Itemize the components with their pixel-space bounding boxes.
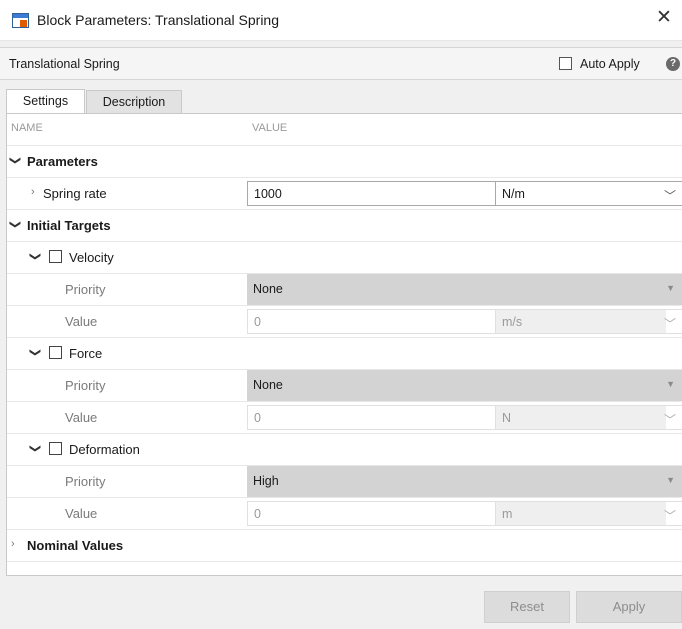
unit-value: m (502, 507, 513, 521)
unit-value: N (502, 411, 512, 425)
priority-label: Priority (65, 282, 106, 297)
force-unit-dropdown[interactable]: N ﹀ (495, 405, 682, 430)
param-label: Spring rate (43, 186, 107, 201)
velocity-priority-row: Priority None ▼ (7, 274, 682, 306)
property-grid: NAME VALUE ❯ Parameters › Spring rate 10… (6, 113, 682, 575)
tab-settings[interactable]: Settings (6, 89, 85, 113)
param-row-spring-rate: › Spring rate 1000 N/m ﹀ (7, 178, 682, 210)
unit-value: N/m (502, 187, 525, 201)
value-label: Value (65, 506, 98, 521)
deformation-priority-row: Priority High ▼ (7, 466, 682, 498)
velocity-value-input[interactable]: 0 (247, 309, 496, 334)
velocity-checkbox[interactable] (49, 250, 62, 263)
target-deformation: ❯ Deformation (7, 434, 682, 466)
chevron-down-icon: ﹀ (663, 413, 676, 427)
column-header-name: NAME (11, 122, 43, 134)
unit-value: m/s (502, 315, 523, 329)
divider (6, 575, 682, 576)
block-name: Translational Spring (9, 57, 120, 71)
auto-apply-label[interactable]: Auto Apply (580, 57, 640, 71)
column-header-value: VALUE (252, 122, 288, 134)
spring-rate-input[interactable]: 1000 (247, 181, 496, 206)
window-title: Block Parameters: Translational Spring (37, 12, 279, 28)
apply-button[interactable]: Apply (576, 591, 682, 623)
deformation-priority-dropdown[interactable]: High ▼ (247, 466, 682, 497)
chevron-down-icon[interactable]: ❯ (9, 220, 22, 229)
priority-label: Priority (65, 378, 106, 393)
force-value-input[interactable]: 0 (247, 405, 496, 430)
chevron-down-icon[interactable]: ❯ (29, 252, 42, 261)
deformation-checkbox[interactable] (49, 442, 62, 455)
group-label: Parameters (27, 154, 98, 169)
target-force: ❯ Force (7, 338, 682, 370)
target-label: Force (69, 346, 103, 361)
auto-apply-checkbox[interactable] (559, 57, 572, 70)
deformation-value-row: Value 0 m ﹀ (7, 498, 682, 530)
chevron-down-icon[interactable]: ❯ (29, 348, 42, 357)
group-label: Initial Targets (27, 218, 111, 233)
help-icon[interactable]: ? (666, 57, 680, 71)
dropdown-arrow-icon: ▼ (666, 283, 675, 293)
block-header: Translational Spring Auto Apply ? (0, 47, 682, 80)
tab-description[interactable]: Description (86, 90, 182, 113)
close-icon[interactable]: ✕ (652, 6, 676, 30)
chevron-right-icon[interactable]: › (31, 186, 35, 198)
force-value-row: Value 0 N ﹀ (7, 402, 682, 434)
value-label: Value (65, 410, 98, 425)
target-label: Deformation (69, 442, 140, 457)
priority-label: Priority (65, 474, 106, 489)
chevron-down-icon: ﹀ (663, 317, 676, 331)
dropdown-arrow-icon: ▼ (666, 379, 675, 389)
velocity-value-row: Value 0 m/s ﹀ (7, 306, 682, 338)
velocity-unit-dropdown[interactable]: m/s ﹀ (495, 309, 682, 334)
force-checkbox[interactable] (49, 346, 62, 359)
chevron-down-icon[interactable]: ❯ (9, 156, 22, 165)
simulink-block-icon (12, 13, 29, 28)
reset-button[interactable]: Reset (484, 591, 570, 623)
priority-value: None (253, 378, 283, 392)
deformation-value-input[interactable]: 0 (247, 501, 496, 526)
force-priority-row: Priority None ▼ (7, 370, 682, 402)
group-nominal-values[interactable]: › Nominal Values (7, 530, 682, 562)
dropdown-arrow-icon: ▼ (666, 475, 675, 485)
group-parameters[interactable]: ❯ Parameters (7, 146, 682, 178)
priority-value: None (253, 282, 283, 296)
spring-rate-unit-dropdown[interactable]: N/m ﹀ (495, 181, 682, 206)
chevron-down-icon: ﹀ (663, 189, 676, 203)
target-label: Velocity (69, 250, 114, 265)
column-header-row: NAME VALUE (7, 114, 682, 146)
group-initial-targets[interactable]: ❯ Initial Targets (7, 210, 682, 242)
group-label: Nominal Values (27, 538, 124, 553)
velocity-priority-dropdown[interactable]: None ▼ (247, 274, 682, 305)
deformation-unit-dropdown[interactable]: m ﹀ (495, 501, 682, 526)
value-label: Value (65, 314, 98, 329)
chevron-right-icon[interactable]: › (11, 538, 15, 550)
chevron-down-icon: ﹀ (663, 509, 676, 523)
title-bar: Block Parameters: Translational Spring ✕ (0, 0, 682, 41)
target-velocity: ❯ Velocity (7, 242, 682, 274)
force-priority-dropdown[interactable]: None ▼ (247, 370, 682, 401)
priority-value: High (253, 474, 279, 488)
chevron-down-icon[interactable]: ❯ (29, 444, 42, 453)
